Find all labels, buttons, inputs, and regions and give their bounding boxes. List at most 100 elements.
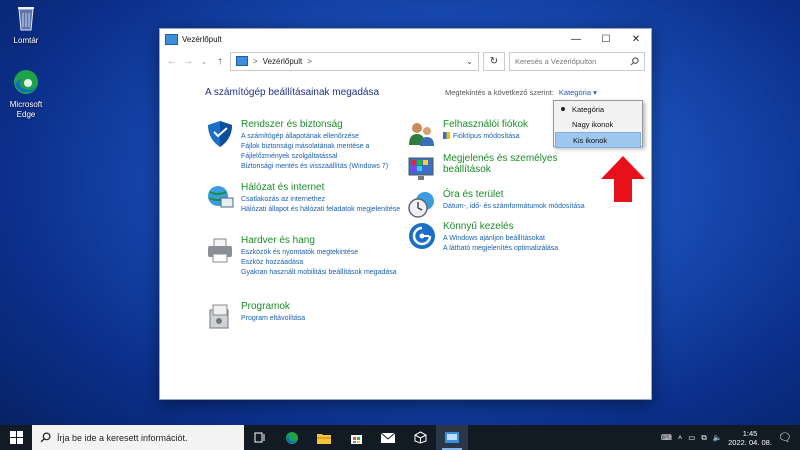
menu-item-category[interactable]: Kategória [555,102,641,116]
category-hardware-sound: Hardver és hang Eszközök és nyomtatók me… [205,235,401,278]
radio-dot-icon [561,107,565,111]
desktop-icon-label: Microsoft Edge [9,100,43,119]
desktop-icon-label: Lomtár [13,36,39,45]
volume-icon[interactable]: 🔈 [713,433,722,442]
category-link[interactable]: Fájlok biztonsági másolatának mentése a … [241,142,401,162]
category-title[interactable]: Hálózat és internet [241,182,401,193]
windows-logo-icon [9,431,23,444]
category-link[interactable]: Dátum-, idő- és számformátumok módosítás… [443,202,613,212]
network-globe-icon [208,186,234,208]
notifications-icon[interactable]: 🗨 [778,431,792,444]
mail-icon [381,432,395,443]
address-separator: > [307,56,312,66]
category-network-internet: Hálózat és internet Csatlakozás az inter… [205,182,401,215]
category-title[interactable]: Rendszer és biztonság [241,119,401,130]
taskbar-search-input[interactable]: Írja be ide a keresett információt. [32,425,244,450]
taskbar-store[interactable] [340,425,372,450]
category-title[interactable]: Óra és terület [443,189,613,200]
clock-globe-icon [408,192,434,218]
category-programs: Programok Program eltávolítása [205,301,401,331]
category-link[interactable]: Eszközök és nyomtatók megtekintése [241,248,401,258]
recycle-bin-icon [11,3,41,33]
title-bar[interactable]: Vezérlőpult — ☐ ✕ [160,29,651,49]
search-placeholder: Keresés a Vezérlőpulton [515,56,597,66]
chevron-up-icon[interactable]: ˄ [678,433,682,442]
category-link[interactable]: A számítógép állapotának ellenőrzése [241,132,401,142]
search-input[interactable]: Keresés a Vezérlőpulton [509,51,645,71]
close-button[interactable]: ✕ [621,29,651,49]
category-clock-region: Óra és terület Dátum-, idő- és számformá… [407,189,613,219]
category-link[interactable]: Fióktípus módosítása [443,132,583,142]
page-title: A számítógép beállításainak megadása [205,87,379,98]
users-icon [409,123,434,146]
task-view-icon [254,432,265,443]
address-bar[interactable]: > Vezérlőpult > ⌄ [230,51,479,71]
clock-time: 1:45 [742,428,758,438]
control-panel-icon [165,33,178,45]
address-history-chevron-icon[interactable]: ⌄ [466,57,473,66]
category-system-security: Rendszer és biztonság A számítógép állap… [205,119,401,172]
window-title: Vezérlőpult [182,34,222,44]
edge-icon [11,67,41,97]
back-arrow-icon[interactable]: ← [166,56,178,67]
view-by-label: Megtekintés a következő szerint: [445,88,554,97]
taskbar-3d-app[interactable] [404,425,436,450]
recent-dropdown-icon[interactable]: ⌄ [198,57,210,66]
store-bag-icon [350,435,362,444]
category-appearance: Megjelenés és személyes beállítások [407,153,588,183]
printer-icon [208,238,232,263]
system-tray: ⌨ ˄ ▭ ⧉ 🔈 1:45 2022. 04. 08. 🗨 [661,425,800,450]
network-icon[interactable]: ⧉ [701,433,706,443]
start-button[interactable] [0,425,32,450]
address-separator: > [253,56,258,66]
taskbar: Írja be ide a keresett információt. ⌨ ˄ … [0,425,800,450]
category-link[interactable]: Program eltávolítása [241,314,401,324]
keyboard-icon[interactable]: ⌨ [661,433,672,442]
category-ease-of-access: Könnyű kezelés A Windows ajánljon beállí… [407,221,613,254]
up-arrow-icon[interactable]: ↑ [214,56,226,67]
programs-icon [209,304,229,329]
address-row: ← → ⌄ ↑ > Vezérlőpult > ⌄ ↻ Keresés a Ve… [160,49,651,73]
maximize-button[interactable]: ☐ [591,29,621,49]
category-link[interactable]: A látható megjelenítés optimalizálása [443,244,613,254]
desktop-icon-edge[interactable]: Microsoft Edge [0,67,52,120]
category-link[interactable]: Hálózati állapot és hálózati feladatok m… [241,205,401,215]
category-link[interactable]: Biztonsági mentés és visszaállítás (Wind… [241,162,401,172]
breadcrumb-control-panel[interactable]: Vezérlőpult [263,57,303,66]
ease-of-access-icon [409,223,435,249]
forward-arrow-icon[interactable]: → [182,56,194,67]
taskbar-search-placeholder: Írja be ide a keresett információt. [57,432,188,443]
category-link[interactable]: Gyakran használt mobilitási beállítások … [241,268,401,278]
category-title[interactable]: Felhasználói fiókok [443,119,583,130]
control-panel-window: Vezérlőpult — ☐ ✕ ← → ⌄ ↑ > Vezérlőpult … [159,28,652,400]
minimize-button[interactable]: — [561,29,591,49]
category-link[interactable]: A Windows ajánljon beállításokat [443,234,613,244]
cube-icon [414,431,426,444]
category-title[interactable]: Könnyű kezelés [443,221,613,232]
category-link[interactable]: Csatlakozás az internethez [241,195,401,205]
refresh-button[interactable]: ↻ [483,51,505,71]
view-by-dropdown[interactable]: Kategória ▾ [559,88,597,97]
taskbar-file-explorer[interactable] [308,425,340,450]
clock[interactable]: 1:45 2022. 04. 08. [728,429,772,447]
category-user-accounts: Felhasználói fiókok Fióktípus módosítása [407,119,583,149]
taskbar-edge[interactable] [276,425,308,450]
appearance-icon [408,157,434,180]
control-panel-icon [236,56,248,66]
category-title[interactable]: Megjelenés és személyes beállítások [443,153,588,175]
red-up-arrow-icon [601,156,645,202]
search-icon [630,56,639,65]
category-link[interactable]: Eszköz hozzáadása [241,258,401,268]
task-view-button[interactable] [244,425,276,450]
category-title[interactable]: Hardver és hang [241,235,401,246]
shield-icon [208,121,232,147]
search-icon [40,432,51,443]
battery-icon[interactable]: ▭ [688,433,695,442]
category-title[interactable]: Programok [241,301,401,312]
view-by: Megtekintés a következő szerint: Kategór… [445,88,597,97]
taskbar-mail[interactable] [372,425,404,450]
folder-icon [317,433,331,444]
desktop-icon-recycle-bin[interactable]: Lomtár [0,3,52,46]
control-panel-icon [445,432,459,443]
taskbar-control-panel[interactable] [436,425,468,450]
